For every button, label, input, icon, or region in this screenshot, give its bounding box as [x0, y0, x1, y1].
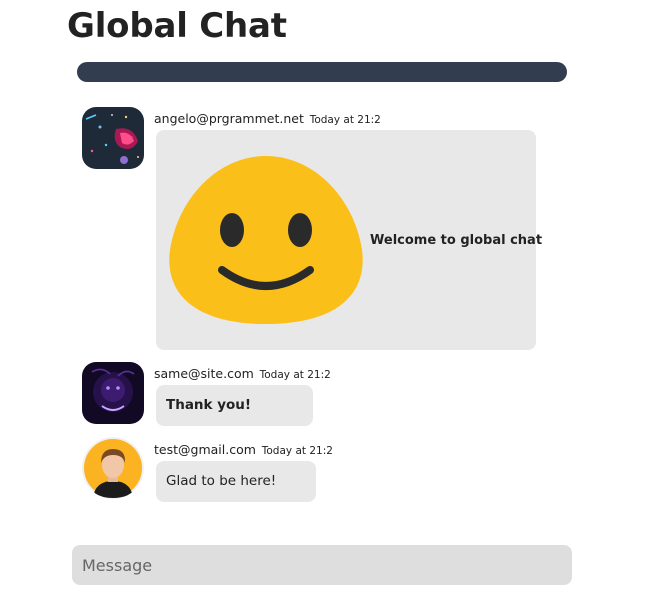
- message-username[interactable]: same@site.com: [154, 366, 254, 381]
- chat-page: Global Chat angelo@prgrammet.net Today a…: [0, 0, 652, 610]
- space-galaxy-avatar-icon: [82, 107, 144, 169]
- avatar[interactable]: [82, 362, 144, 424]
- message-timestamp: Today at 21:2: [259, 369, 331, 381]
- smiley-face-icon: [169, 156, 363, 324]
- message-bubble: Glad to be here!: [156, 461, 316, 502]
- person-avatar-icon: [82, 437, 144, 499]
- avatar[interactable]: [82, 107, 144, 169]
- dark-purple-avatar-icon: [82, 362, 144, 424]
- message-meta: test@gmail.com Today at 21:2: [154, 442, 333, 457]
- message-bubble: Thank you!: [156, 385, 313, 426]
- message-input[interactable]: [82, 555, 572, 575]
- message-username[interactable]: angelo@prgrammet.net: [154, 111, 304, 126]
- message-timestamp: Today at 21:2: [261, 445, 333, 457]
- message-text: Welcome to global chat: [370, 233, 543, 248]
- page-title: Global Chat: [67, 6, 287, 46]
- top-bar: [77, 62, 567, 82]
- message-text: Glad to be here!: [166, 473, 277, 489]
- message-text: Thank you!: [166, 397, 252, 413]
- message-meta: angelo@prgrammet.net Today at 21:2: [154, 111, 381, 126]
- avatar[interactable]: [82, 437, 144, 499]
- message-composer: [72, 545, 572, 585]
- message-meta: same@site.com Today at 21:2: [154, 366, 331, 381]
- message-timestamp: Today at 21:2: [309, 114, 381, 126]
- message-username[interactable]: test@gmail.com: [154, 442, 256, 457]
- message-bubble: Welcome to global chat: [156, 130, 542, 350]
